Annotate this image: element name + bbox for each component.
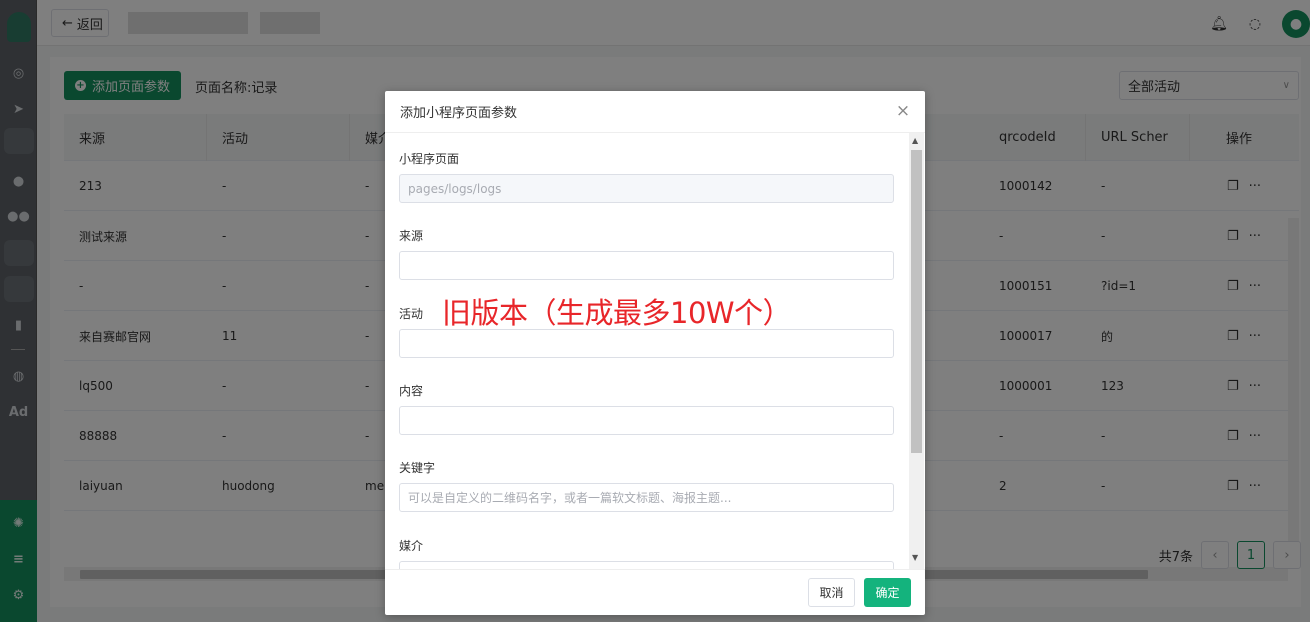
- scroll-up-icon[interactable]: ▲: [912, 136, 918, 145]
- dialog-footer: 取消 确定: [385, 569, 925, 615]
- media-field-label: 媒介: [399, 539, 424, 553]
- scrollbar-thumb[interactable]: [911, 150, 922, 453]
- keyword-input[interactable]: 可以是自定义的二维码名字，或者一篇软文标题、海报主题...: [399, 483, 894, 512]
- activity-input[interactable]: [399, 329, 894, 358]
- add-page-param-dialog: 添加小程序页面参数 × 小程序页面 pages/logs/logs 来源 活动 …: [385, 91, 925, 615]
- source-field-label: 来源: [399, 229, 424, 243]
- cancel-button[interactable]: 取消: [808, 578, 855, 607]
- media-input[interactable]: [399, 561, 894, 569]
- scroll-down-icon[interactable]: ▼: [912, 553, 918, 562]
- annotation-text: 旧版本（生成最多10W个）: [442, 296, 792, 330]
- dialog-title: 添加小程序页面参数: [400, 106, 518, 121]
- content-field-label: 内容: [399, 384, 424, 398]
- dialog-header: 添加小程序页面参数 ×: [385, 91, 925, 133]
- close-icon[interactable]: ×: [895, 103, 911, 120]
- confirm-button[interactable]: 确定: [864, 578, 911, 607]
- source-input[interactable]: [399, 251, 894, 280]
- content-input[interactable]: [399, 406, 894, 435]
- page-field-label: 小程序页面: [399, 152, 460, 166]
- dialog-body: 小程序页面 pages/logs/logs 来源 活动 内容 关键字 可以是自定…: [385, 133, 925, 569]
- keyword-field-label: 关键字: [399, 461, 436, 475]
- page-field: pages/logs/logs: [399, 174, 894, 203]
- activity-field-label: 活动: [399, 307, 424, 321]
- dialog-scrollbar[interactable]: ▲ ▼: [909, 133, 924, 569]
